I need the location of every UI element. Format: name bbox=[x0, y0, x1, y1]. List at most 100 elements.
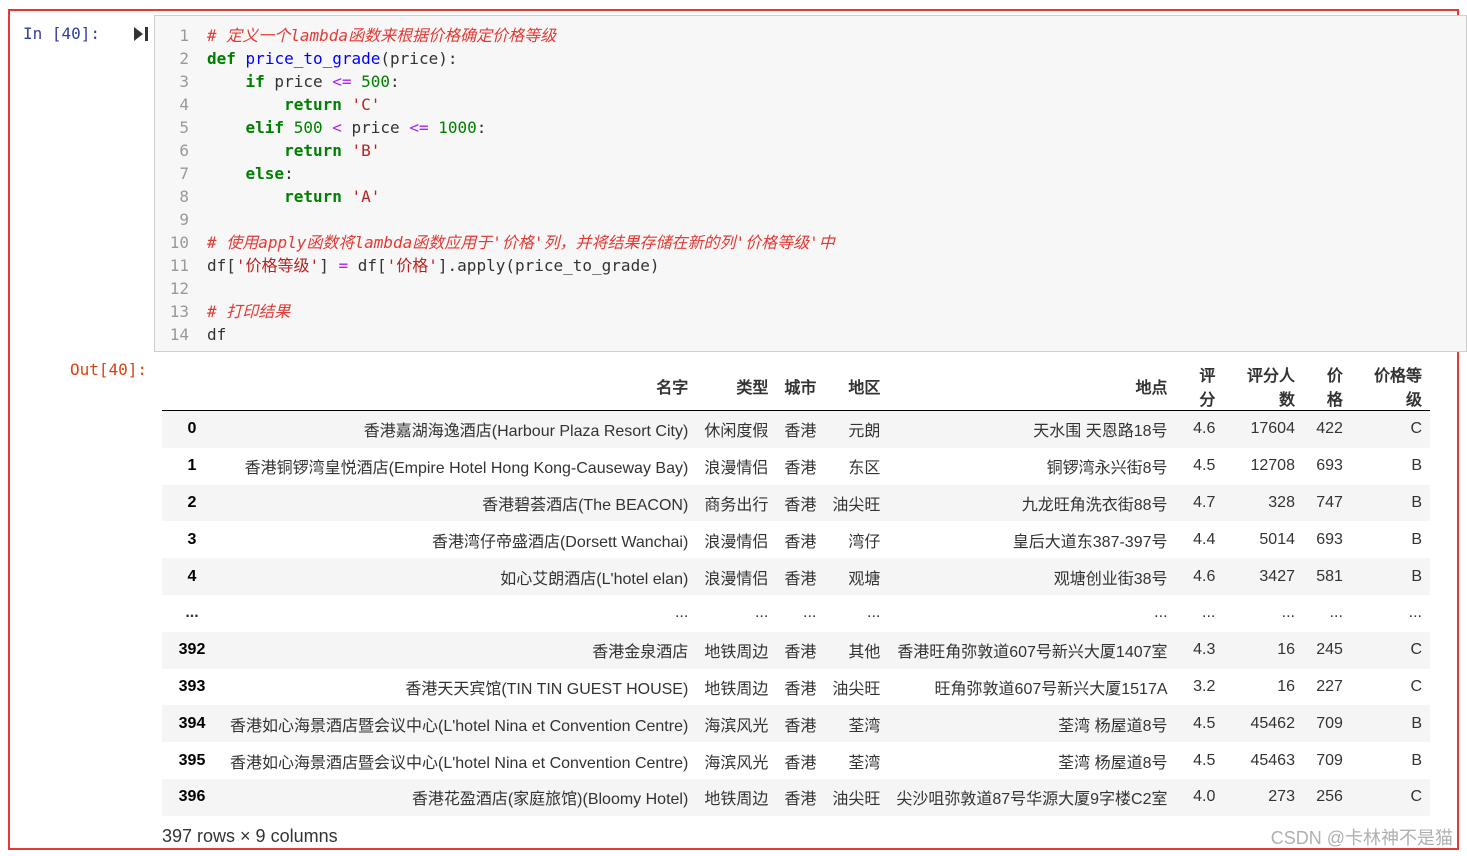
line-number: 2 bbox=[179, 49, 189, 68]
code-line: 12 bbox=[155, 277, 835, 300]
keyword: return bbox=[284, 141, 342, 160]
table-cell: 铜锣湾永兴街8号 bbox=[1046, 460, 1168, 478]
table-cell: 东区 bbox=[848, 460, 881, 478]
code-line: 11 df['价格等级'] = df['价格'].apply(price_to_g… bbox=[155, 254, 835, 277]
table-cell: 香港 bbox=[784, 644, 817, 662]
keyword: else bbox=[245, 164, 285, 183]
table-cell: 油尖旺 bbox=[832, 791, 881, 809]
string: '价格等级' bbox=[235, 256, 320, 275]
code-editor[interactable]: 1 # 定义一个lambda函数来根据价格确定价格等级 2 def price_to… bbox=[154, 15, 1467, 352]
line-number: 3 bbox=[179, 72, 189, 91]
line-number: 10 bbox=[169, 233, 189, 252]
operator: <= bbox=[409, 118, 429, 137]
table-cell: 227 bbox=[1316, 677, 1343, 695]
table-cell: 香港 bbox=[784, 496, 817, 514]
table-cell: 45463 bbox=[1250, 751, 1295, 769]
line-number: 12 bbox=[169, 279, 189, 298]
line-number: 8 bbox=[179, 187, 189, 206]
index-header bbox=[162, 362, 222, 411]
table-cell: 荃湾 bbox=[848, 754, 881, 772]
string: '价格' bbox=[386, 256, 438, 275]
table-cell: 尖沙咀弥敦道87号华源大厦9字楼C2室 bbox=[896, 791, 1168, 809]
table-cell: 香港铜锣湾皇悦酒店(Empire Hotel Hong Kong-Causewa… bbox=[244, 460, 689, 478]
row-index: 393 bbox=[178, 677, 206, 695]
keyword: def bbox=[207, 49, 236, 68]
table-cell: B bbox=[1411, 457, 1422, 475]
table-cell: 观塘创业街38号 bbox=[1053, 570, 1168, 588]
table-cell: 香港碧荟酒店(The BEACON) bbox=[482, 496, 689, 514]
table-row: 2 香港碧荟酒店(The BEACON) 商务出行 香港 油尖旺 九龙旺角洗衣街88号 4.… bbox=[162, 484, 1430, 522]
table-cell: 香港 bbox=[784, 791, 817, 809]
number: 500 bbox=[361, 72, 391, 91]
column-header: 类型 bbox=[696, 362, 777, 411]
code-comment: # 使用apply函数将lambda函数应用于'价格'列，并将结果存储在新的列'… bbox=[207, 233, 835, 252]
column-header: 名字 bbox=[222, 362, 697, 411]
table-row: .............................. bbox=[162, 595, 1430, 632]
table-cell: 4.0 bbox=[1193, 788, 1216, 806]
table-cell: 湾仔 bbox=[848, 533, 881, 551]
table-row: 395 香港如心海景酒店暨会议中心(L'hotel Nina et Convent… bbox=[162, 742, 1430, 779]
table-cell: 709 bbox=[1316, 751, 1343, 769]
number: 1000 bbox=[438, 118, 477, 137]
table-cell: ... bbox=[754, 604, 769, 622]
table-cell: 328 bbox=[1268, 493, 1295, 511]
row-index: 4 bbox=[187, 567, 197, 585]
table-cell: 观塘 bbox=[848, 570, 881, 588]
table-cell: 245 bbox=[1316, 641, 1343, 659]
column-header: 地区 bbox=[824, 362, 889, 411]
table-cell: 422 bbox=[1316, 420, 1343, 438]
table-cell: ... bbox=[1202, 604, 1216, 622]
table-cell: 4.6 bbox=[1193, 567, 1216, 585]
table-cell: ... bbox=[803, 604, 817, 622]
table-cell: ... bbox=[1408, 604, 1422, 622]
line-number: 11 bbox=[169, 256, 189, 275]
row-index: 1 bbox=[187, 457, 197, 475]
table-cell: 香港天天宾馆(TIN TIN GUEST HOUSE) bbox=[405, 680, 689, 698]
table-cell: 4.5 bbox=[1193, 751, 1216, 769]
code-text: ] bbox=[319, 256, 339, 275]
input-prompt: In [40]: bbox=[23, 24, 101, 43]
table-cell: 香港金泉酒店 bbox=[592, 644, 689, 662]
operator: <= bbox=[332, 72, 352, 91]
line-number: 4 bbox=[179, 95, 189, 114]
string: 'A' bbox=[351, 187, 381, 206]
table-cell: 九龙旺角洗衣街88号 bbox=[1021, 496, 1168, 514]
table-cell: 油尖旺 bbox=[832, 496, 881, 514]
table-cell: 香港 bbox=[784, 570, 817, 588]
watermark: CSDN @卡林神不是猫 bbox=[1270, 828, 1453, 848]
code-comment: # 定义一个lambda函数来根据价格确定价格等级 bbox=[207, 26, 557, 45]
keyword: return bbox=[284, 187, 342, 206]
output-prompt: Out[40]: bbox=[70, 360, 148, 379]
table-row: 4 如心艾朗酒店(L'hotel elan) 浪漫情侣 香港 观塘 观塘创业街38号 4.6… bbox=[162, 558, 1430, 595]
table-row: 392 香港金泉酒店 地铁周边 香港 其他 香港旺角弥敦道607号新兴大厦1407室 4.3… bbox=[162, 631, 1430, 669]
table-cell: 香港湾仔帝盛酒店(Dorsett Wanchai) bbox=[431, 533, 689, 551]
table-cell: 香港花盈酒店(家庭旅馆)(Bloomy Hotel) bbox=[411, 791, 689, 809]
table-cell: 海滨风光 bbox=[704, 717, 769, 735]
table-cell: 荃湾 杨屋道8号 bbox=[1058, 717, 1168, 735]
column-header: 价格 bbox=[1302, 362, 1351, 411]
code-text: price bbox=[341, 118, 410, 137]
table-cell: 海滨风光 bbox=[704, 754, 769, 772]
table-cell: 香港如心海景酒店暨会议中心(L'hotel Nina et Convention… bbox=[230, 717, 689, 735]
table-row: 394 香港如心海景酒店暨会议中心(L'hotel Nina et Convent… bbox=[162, 705, 1430, 743]
keyword: return bbox=[284, 95, 342, 114]
table-cell: 元朗 bbox=[848, 423, 881, 441]
table-cell: 香港嘉湖海逸酒店(Harbour Plaza Resort City) bbox=[363, 423, 689, 441]
table-row: 3 香港湾仔帝盛酒店(Dorsett Wanchai) 浪漫情侣 香港 湾仔 皇后大道东3… bbox=[162, 521, 1430, 558]
string: 'C' bbox=[351, 95, 381, 114]
table-cell: 香港 bbox=[784, 754, 817, 772]
code-text: ].apply(price_to_grade) bbox=[437, 256, 660, 275]
code-line: 13 # 打印结果 bbox=[155, 300, 835, 323]
table-shape-summary: 397 rows × 9 columns bbox=[162, 826, 338, 846]
code-lines: 1 # 定义一个lambda函数来根据价格确定价格等级 2 def price_to… bbox=[155, 24, 835, 346]
table-body: 0 香港嘉湖海逸酒店(Harbour Plaza Resort City) 休闲度假… bbox=[162, 410, 1430, 816]
code-text: : bbox=[476, 118, 487, 137]
row-index: 3 bbox=[187, 530, 197, 548]
code-text: (price): bbox=[380, 49, 458, 68]
table-cell: 香港如心海景酒店暨会议中心(L'hotel Nina et Convention… bbox=[230, 754, 689, 772]
line-number: 14 bbox=[169, 325, 189, 344]
table-cell: ... bbox=[1281, 604, 1295, 622]
row-index: 395 bbox=[178, 751, 206, 769]
table-cell: 浪漫情侣 bbox=[704, 533, 769, 551]
run-cell-icon[interactable] bbox=[133, 26, 149, 42]
